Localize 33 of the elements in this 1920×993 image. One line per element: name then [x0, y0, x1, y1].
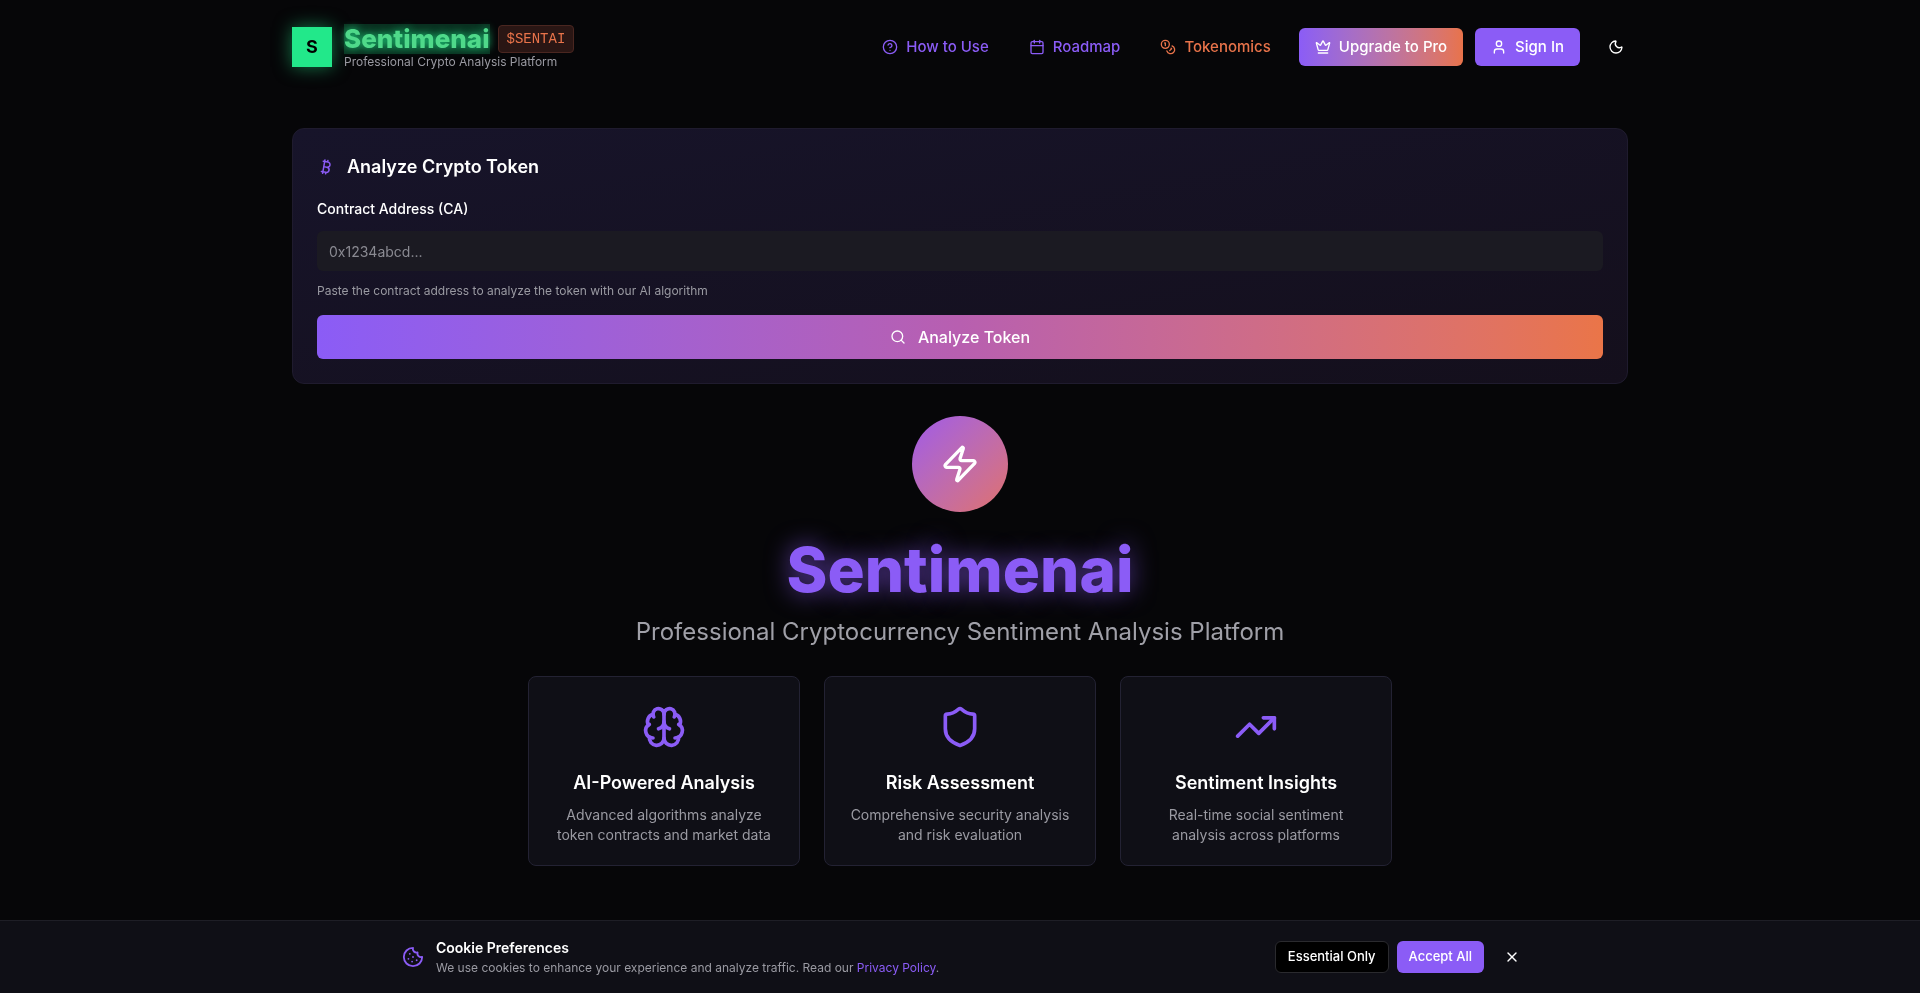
hero-subtitle: Professional Cryptocurrency Sentiment Analysis Platform — [635, 616, 1285, 648]
search-icon — [889, 329, 906, 345]
logo-badge: S — [292, 27, 332, 67]
cookie-title: Cookie Preferences — [436, 938, 570, 958]
feature-title: AI-Powered Analysis — [573, 771, 755, 795]
feature-title: Sentiment Insights — [1174, 771, 1338, 795]
cookie-icon — [402, 946, 424, 968]
brand-tagline: Professional Crypto Analysis Platform — [344, 54, 559, 70]
crown-icon — [1314, 39, 1331, 55]
help-icon — [882, 39, 899, 55]
cookie-text: We use cookies to enhance your experience and analyze traffic. Read our Privacy Policy. — [436, 960, 940, 976]
coins-icon — [1160, 39, 1177, 55]
feature-description: Advanced algorithms analyze token contracts and market data — [556, 805, 772, 845]
privacy-policy-link[interactable]: Privacy Policy — [856, 960, 936, 975]
essential-only-button[interactable]: Essential Only — [1274, 941, 1389, 973]
analyze-button[interactable]: Analyze Token — [317, 315, 1603, 359]
accept-all-button[interactable]: Accept All — [1396, 941, 1484, 973]
feature-title: Risk Assessment — [885, 771, 1035, 795]
feature-description: Real-time social sentiment analysis across platforms — [1167, 805, 1345, 845]
field-hint: Paste the contract address to analyze the token with our AI algorithm — [317, 283, 709, 299]
contract-address-field[interactable]: 0x1234abcd... — [317, 231, 1603, 271]
ticker-badge: $SENTAI — [497, 25, 575, 53]
card-title: Analyze Crypto Token — [347, 155, 540, 179]
nav-link[interactable]: How to Use — [866, 27, 1005, 67]
field-label: Contract Address (CA) — [317, 199, 470, 219]
feature-description: Comprehensive security analysis and risk evaluation — [849, 805, 1071, 845]
nav-link[interactable]: Roadmap — [1012, 27, 1137, 67]
nav-link[interactable]: Tokenomics — [1144, 27, 1287, 67]
calendar-icon — [1028, 39, 1045, 55]
brain-icon — [642, 705, 686, 749]
sign-in-button[interactable]: Sign In — [1475, 28, 1580, 66]
upgrade-button[interactable]: Upgrade to Pro — [1298, 28, 1464, 66]
hero-title: Sentimenai — [786, 532, 1134, 608]
